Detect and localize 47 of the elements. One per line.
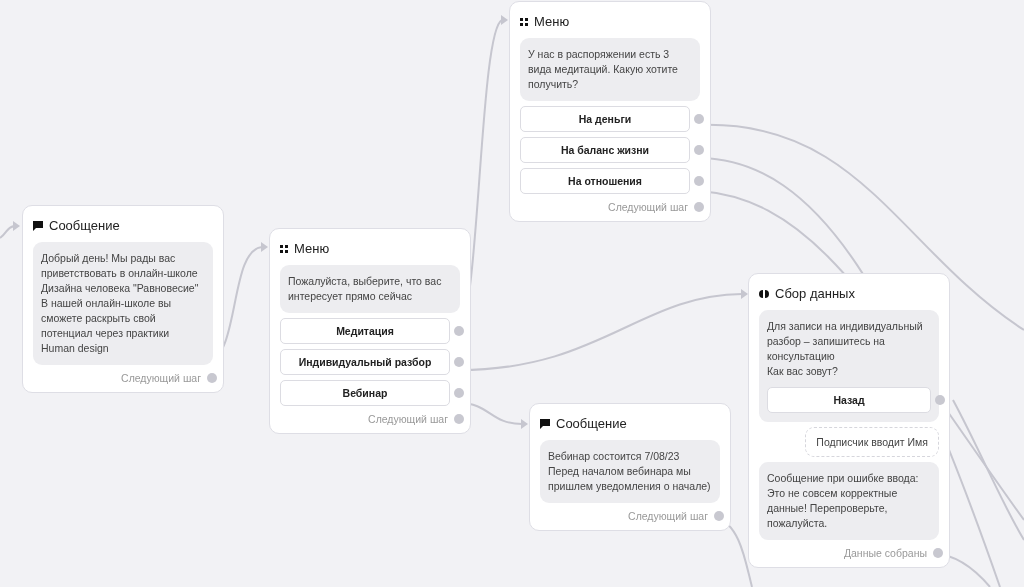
node-title: Сбор данных xyxy=(775,286,855,301)
grid-icon xyxy=(280,244,288,253)
output-handle[interactable] xyxy=(454,326,464,336)
message-text: У нас в распоряжении есть 3 вида медитаций. Какую хотите получить? xyxy=(528,47,679,92)
node-title: Сообщение xyxy=(49,218,120,233)
output-handle[interactable] xyxy=(935,395,945,405)
next-step-label: Следующий шаг xyxy=(121,372,201,384)
grid-icon xyxy=(520,17,528,26)
output-handle[interactable] xyxy=(694,114,704,124)
menu-button[interactable]: На отношения xyxy=(520,168,690,194)
message-text: Для записи на индивидуальный разбор – запишитесь на консультацию Как вас зовут? xyxy=(767,319,924,379)
menu-button[interactable]: На баланс жизни xyxy=(520,137,690,163)
menu-button[interactable]: Индивидуальный разбор xyxy=(280,349,450,375)
message-icon xyxy=(540,418,550,429)
message-text: Пожалуйста, выберите, что вас интересует прямо сейчас xyxy=(288,274,443,304)
output-handle[interactable] xyxy=(454,357,464,367)
next-step-label: Следующий шаг xyxy=(608,201,688,213)
node-title: Меню xyxy=(294,241,330,256)
menu-button[interactable]: Вебинар xyxy=(280,380,450,406)
error-text: Сообщение при ошибке ввода: Это не совсем корректные данные! Перепроверьте, пожалуйста. xyxy=(767,471,920,531)
input-field[interactable]: Подписчик вводит Имя xyxy=(805,427,939,457)
node-card[interactable]: Меню Пожалуйста, выберите, что вас интересует прямо сейчас Медитация Индивидуальный разбор Вебинар Следующий шаг xyxy=(269,228,471,434)
output-handle[interactable] xyxy=(694,145,704,155)
node-card[interactable]: Сообщение Вебинар состоится 7/08/23 Перед началом вебинара мы пришлем уведомления о начале) Следующий шаг xyxy=(529,403,731,531)
next-step-label: Следующий шаг xyxy=(628,510,708,522)
message-icon xyxy=(33,220,43,231)
output-handle[interactable] xyxy=(714,511,724,521)
next-step-label: Данные собраны xyxy=(843,547,927,559)
back-button[interactable]: Назад xyxy=(767,387,931,413)
output-handle[interactable] xyxy=(207,373,217,383)
next-step-label: Следующий шаг xyxy=(368,413,448,425)
connector-arrow xyxy=(0,221,20,239)
node-card[interactable] xyxy=(748,273,950,568)
menu-button[interactable]: Медитация xyxy=(280,318,450,344)
output-handle[interactable] xyxy=(454,388,464,398)
node-card[interactable]: Сообщение Добрый день! Мы рады вас приветствовать в онлайн-школе Дизайна человека "Равновесие" В нашей онлайн-школе вы сможете раскрыть свой потенциал через практики Human design Следующий шаг xyxy=(22,205,224,393)
output-handle[interactable] xyxy=(454,414,464,424)
node-card[interactable]: Меню У нас в распоряжении есть 3 вида медитаций. Какую хотите получить? На деньги На баланс жизни На отношения Следующий шаг xyxy=(509,1,711,222)
message-text: Добрый день! Мы рады вас приветствовать в онлайн-школе Дизайна человека "Равновесие" В нашей онлайн-школе вы сможете раскрыть свой потенциал через практики Human design xyxy=(41,251,200,356)
node-title: Сообщение xyxy=(556,416,627,431)
output-handle[interactable] xyxy=(694,202,704,212)
message-text: Вебинар состоится 7/08/23 Перед началом вебинара мы пришлем уведомления о начале) xyxy=(548,449,712,494)
node-title: Меню xyxy=(534,14,570,29)
menu-button[interactable]: На деньги xyxy=(520,106,690,132)
data-icon xyxy=(759,288,769,299)
output-handle[interactable] xyxy=(694,176,704,186)
output-handle[interactable] xyxy=(933,548,943,558)
